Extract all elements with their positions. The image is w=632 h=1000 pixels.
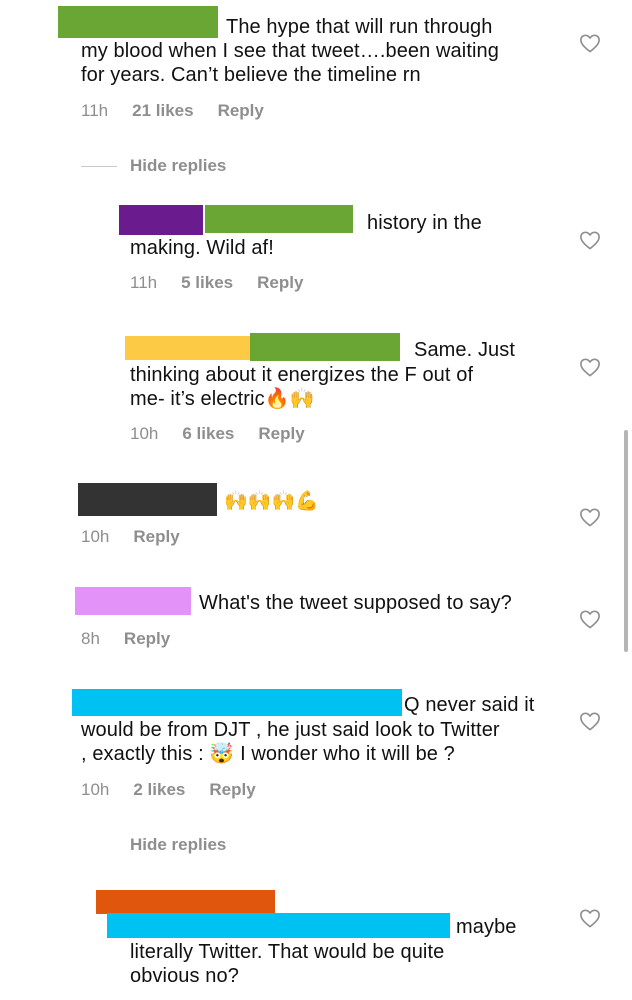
comment-meta: 10h 6 likes Reply — [130, 424, 329, 444]
comment-text: Q never said it — [404, 694, 535, 716]
reply-button[interactable]: Reply — [133, 527, 179, 546]
comment-text: What's the tweet supposed to say? — [199, 592, 512, 614]
comment-text: maybe — [456, 916, 517, 938]
comment-text: making. Wild af! — [130, 237, 274, 259]
heart-outline-icon[interactable] — [579, 33, 601, 53]
redacted-username — [78, 483, 217, 516]
comment-text: would be from DJT , he just said look to… — [81, 719, 500, 741]
hide-replies-label[interactable]: Hide replies — [130, 835, 226, 855]
heart-outline-icon[interactable] — [579, 507, 601, 527]
heart-outline-icon[interactable] — [579, 357, 601, 377]
scrollbar[interactable] — [624, 430, 628, 652]
heart-outline-icon[interactable] — [579, 908, 601, 928]
reply-button[interactable]: Reply — [218, 101, 264, 120]
comment-meta: 11h 5 likes Reply — [130, 273, 327, 293]
timestamp: 10h — [81, 527, 110, 546]
redacted-username — [72, 689, 402, 716]
likes-count[interactable]: 2 likes — [133, 780, 185, 799]
timestamp: 10h — [81, 780, 110, 799]
comment-text: The hype that will run through — [226, 16, 493, 38]
redacted-username — [250, 333, 400, 361]
comment-meta: 10h 2 likes Reply — [81, 780, 280, 800]
comment-text: 🙌🙌🙌💪 — [224, 490, 320, 512]
redacted-username — [119, 205, 203, 235]
heart-outline-icon[interactable] — [579, 609, 601, 629]
hide-replies-label[interactable]: Hide replies — [130, 156, 226, 176]
comment-text: literally Twitter. That would be quite — [130, 941, 445, 963]
comment-text: history in the — [367, 212, 482, 234]
redacted-username — [58, 6, 218, 38]
reply-button[interactable]: Reply — [258, 424, 304, 443]
redacted-username — [96, 890, 275, 914]
heart-outline-icon[interactable] — [579, 711, 601, 731]
comment-text: obvious no? — [130, 965, 239, 987]
comment-meta: 11h 21 likes Reply — [81, 101, 288, 121]
comment-text: for years. Can’t believe the timeline rn — [81, 64, 421, 86]
likes-count[interactable]: 5 likes — [181, 273, 233, 292]
redacted-username — [125, 336, 250, 360]
divider-line — [81, 166, 117, 167]
comment-text: , exactly this : 🤯 I wonder who it will … — [81, 743, 455, 765]
redacted-username — [205, 205, 353, 233]
comment-text: me- it’s electric🔥🙌 — [130, 388, 315, 410]
comment-text: thinking about it energizes the F out of — [130, 364, 474, 386]
reply-button[interactable]: Reply — [257, 273, 303, 292]
comment-meta: 8h Reply — [81, 629, 194, 649]
likes-count[interactable]: 21 likes — [132, 101, 193, 120]
reply-button[interactable]: Reply — [124, 629, 170, 648]
heart-outline-icon[interactable] — [579, 230, 601, 250]
redacted-username — [107, 913, 450, 938]
comments-screen: { "colors": { "green": "#6aa633", "purpl… — [0, 0, 632, 1000]
redacted-username — [75, 587, 191, 615]
timestamp: 11h — [130, 273, 158, 292]
timestamp: 8h — [81, 629, 100, 648]
timestamp: 10h — [130, 424, 159, 443]
comment-meta: 10h Reply — [81, 527, 204, 547]
timestamp: 11h — [81, 101, 109, 120]
comment-text: my blood when I see that tweet….been wai… — [81, 40, 499, 62]
likes-count[interactable]: 6 likes — [182, 424, 234, 443]
comment-text: Same. Just — [414, 339, 516, 361]
reply-button[interactable]: Reply — [209, 780, 255, 799]
